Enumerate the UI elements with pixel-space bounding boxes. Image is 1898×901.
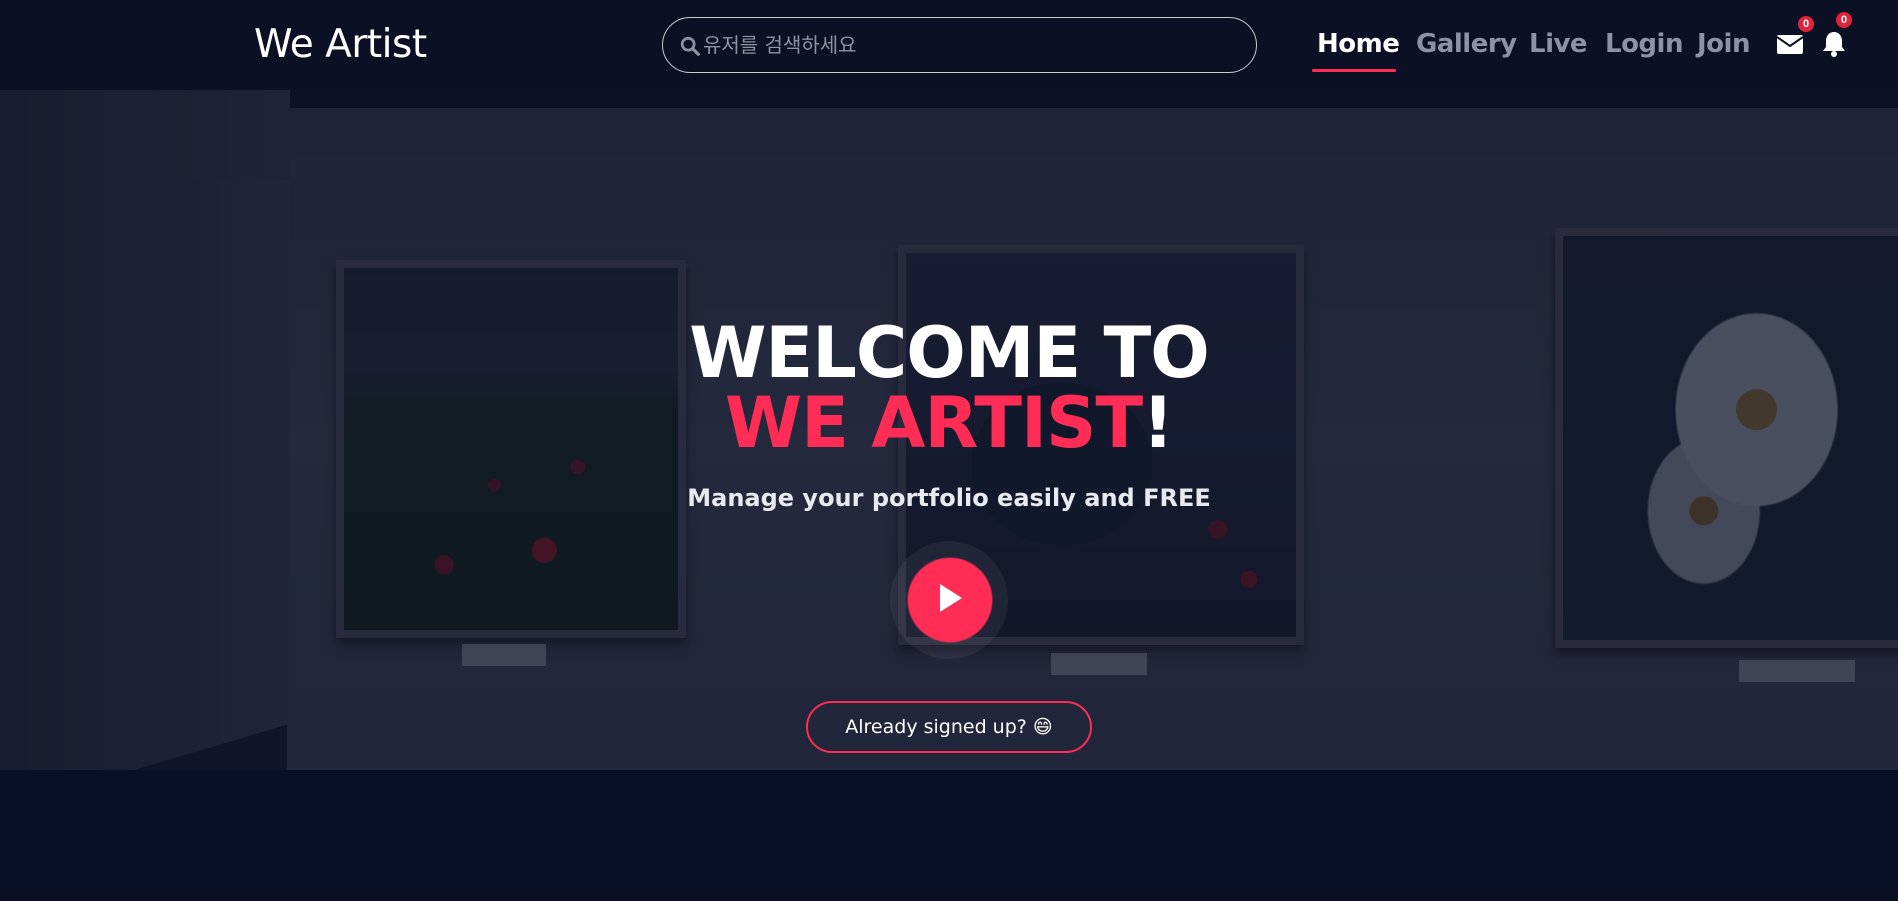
notifications-badge: 0: [1836, 12, 1852, 28]
nav-home[interactable]: Home: [1317, 29, 1400, 59]
nav-gallery[interactable]: Gallery: [1416, 29, 1517, 59]
bell-icon: [1823, 32, 1845, 57]
nav-active-indicator: [1312, 69, 1396, 72]
nav-live[interactable]: Live: [1529, 29, 1588, 59]
nav-login[interactable]: Login: [1605, 29, 1683, 59]
hero-title-accent: WE ARTIST: [724, 382, 1143, 464]
top-navbar: We Artist Home Gallery Live Login Join 0…: [0, 0, 1898, 89]
play-video-button[interactable]: [908, 558, 992, 642]
search-bar: [662, 17, 1257, 73]
envelope-icon: [1776, 35, 1804, 54]
messages-badge: 0: [1798, 16, 1814, 32]
already-signed-up-button[interactable]: Already signed up? 😄: [806, 701, 1092, 753]
notifications-button[interactable]: 0: [1820, 12, 1852, 58]
nav-join[interactable]: Join: [1697, 29, 1750, 59]
search-input[interactable]: [703, 26, 1233, 64]
messages-button[interactable]: 0: [1776, 16, 1814, 58]
search-icon: [680, 36, 700, 56]
hero-section: WELCOME TO WE ARTIST! Manage your portfo…: [0, 0, 1898, 901]
hero-subtitle: Manage your portfolio easily and FREE: [687, 484, 1211, 512]
hero-title-exclamation: !: [1142, 382, 1174, 464]
brand-logo[interactable]: We Artist: [254, 22, 427, 67]
play-icon: [940, 584, 962, 612]
hero-title-line2: WE ARTIST!: [0, 382, 1898, 464]
